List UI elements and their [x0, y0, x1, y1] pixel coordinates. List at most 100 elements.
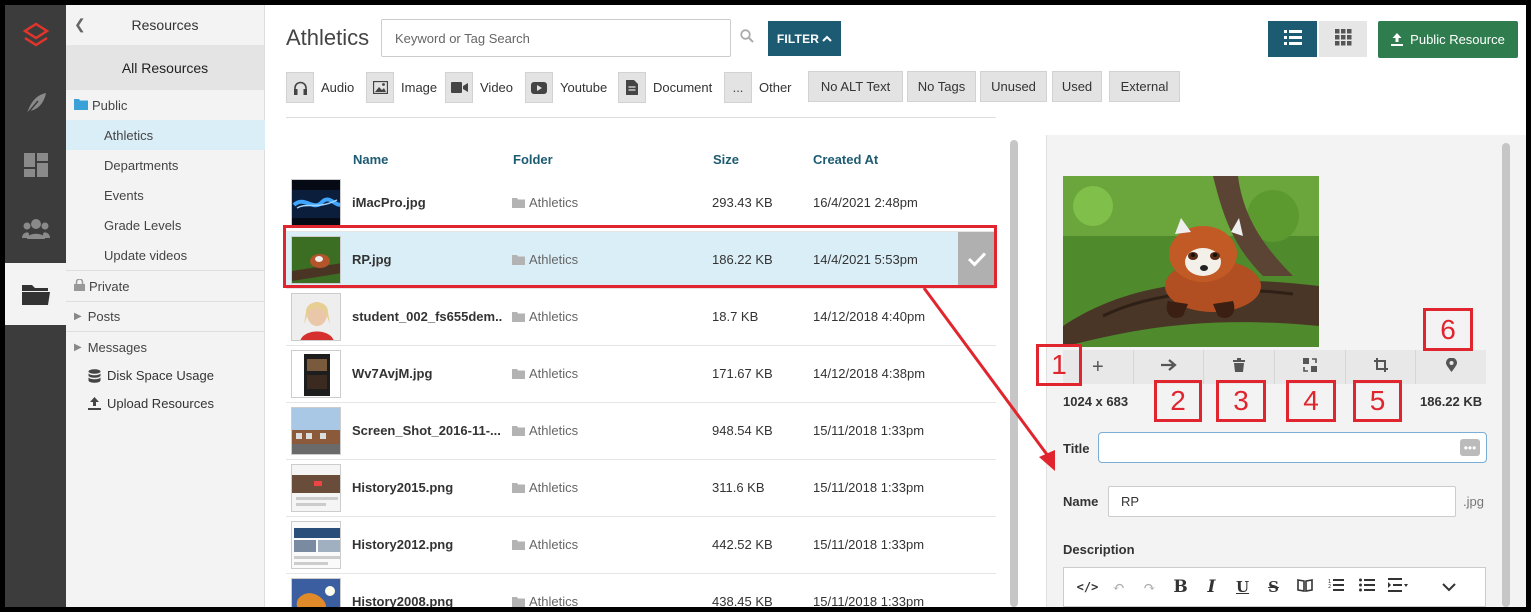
filter-no-alt-text[interactable]: No ALT Text — [808, 71, 903, 102]
chevron-left-icon[interactable]: ❮ — [74, 16, 86, 33]
sidebar-item-messages[interactable]: ▶ Messages — [66, 332, 265, 362]
folder-icon[interactable] — [5, 263, 66, 325]
indent-icon[interactable] — [1382, 578, 1413, 596]
annotation-4: 4 — [1286, 380, 1336, 422]
sidebar-item-label: Departments — [104, 157, 179, 173]
column-header-size[interactable]: Size — [713, 152, 739, 167]
location-button[interactable] — [1416, 350, 1486, 384]
public-resource-button[interactable]: Public Resource — [1378, 21, 1518, 58]
upload-resources-link[interactable]: Upload Resources — [88, 396, 214, 411]
bold-icon[interactable]: B — [1165, 577, 1196, 597]
table-row[interactable]: History2012.png Athletics 442.52 KB 15/1… — [286, 517, 996, 574]
sidebar-header: ❮ Resources — [66, 5, 264, 45]
filter-image[interactable]: Image — [366, 71, 437, 104]
sidebar-item-label: Public — [92, 97, 128, 113]
users-icon[interactable] — [5, 198, 66, 260]
table-row[interactable]: Screen_Shot_2016-11-... Athletics 948.54… — [286, 403, 996, 460]
column-header-created-at[interactable]: Created At — [813, 152, 878, 167]
name-input[interactable]: RP — [1108, 486, 1456, 517]
title-input[interactable] — [1098, 432, 1487, 463]
redo-icon[interactable]: ↷ — [1134, 578, 1165, 596]
folder-name: Athletics — [529, 195, 579, 210]
svg-text:2: 2 — [1328, 584, 1331, 590]
table-row[interactable]: History2008.png Athletics 438.45 KB 15/1… — [286, 574, 996, 607]
upload-icon — [1391, 33, 1404, 46]
column-header-folder[interactable]: Folder — [513, 152, 553, 167]
folder-cell: Athletics — [512, 480, 578, 495]
filter-label: Youtube — [560, 80, 608, 95]
file-size: 311.6 KB — [712, 480, 765, 495]
table-row[interactable]: History2015.png Athletics 311.6 KB 15/11… — [286, 460, 996, 517]
italic-icon[interactable]: I — [1196, 577, 1227, 597]
sidebar-item-posts[interactable]: ▶ Posts — [66, 301, 265, 331]
table-row[interactable]: Wv7AvjM.jpg Athletics 171.67 KB 14/12/20… — [286, 346, 996, 403]
replace-button[interactable] — [1275, 350, 1346, 384]
image-dimensions: 1024 x 683 — [1063, 394, 1129, 409]
filter-button[interactable]: FILTER — [768, 21, 841, 56]
chevron-down-icon[interactable] — [1433, 578, 1464, 596]
folder-name: Athletics — [529, 537, 579, 552]
search-icon[interactable] — [740, 29, 754, 46]
filter-other[interactable]: ... Other — [724, 71, 792, 104]
filter-unused[interactable]: Unused — [980, 71, 1047, 102]
created-at: 15/11/2018 1:33pm — [813, 537, 925, 552]
sidebar-item-events[interactable]: Events — [66, 180, 265, 210]
filter-document[interactable]: Document — [618, 71, 712, 104]
divider — [286, 117, 996, 118]
chevron-up-icon — [822, 35, 832, 42]
crop-button[interactable] — [1346, 350, 1417, 384]
filter-label: FILTER — [776, 31, 820, 46]
underline-icon[interactable]: U — [1227, 578, 1258, 596]
name-label: Name — [1063, 494, 1099, 509]
table-row[interactable]: student_002_fs655dem... Athletics 18.7 K… — [286, 289, 996, 346]
disk-space-usage-link[interactable]: Disk Space Usage — [88, 368, 214, 383]
search-input[interactable] — [381, 19, 731, 57]
dashboard-icon[interactable] — [5, 134, 66, 196]
grid-view-button[interactable] — [1319, 21, 1367, 57]
ordered-list-icon[interactable]: 12 — [1320, 578, 1351, 596]
move-button[interactable] — [1134, 350, 1205, 384]
thumbnail — [291, 464, 341, 512]
undo-icon[interactable]: ↶ — [1103, 578, 1134, 596]
filter-video[interactable]: Video — [445, 71, 513, 104]
document-icon — [618, 72, 646, 103]
more-options-icon[interactable]: ••• — [1460, 439, 1480, 456]
table-row[interactable]: iMacPro.jpg Athletics 293.43 KB 16/4/202… — [286, 175, 996, 232]
filter-used[interactable]: Used — [1052, 71, 1102, 102]
code-view-icon[interactable]: </> — [1072, 580, 1103, 594]
filter-audio[interactable]: Audio — [286, 71, 354, 104]
column-header-name[interactable]: Name — [353, 152, 388, 167]
filter-no-tags[interactable]: No Tags — [907, 71, 976, 102]
sidebar-title: Resources — [131, 17, 199, 33]
sidebar-item-private[interactable]: Private — [66, 271, 265, 301]
upload-icon — [88, 397, 101, 410]
strikethrough-icon[interactable]: S — [1258, 578, 1289, 596]
bullet-list-icon[interactable] — [1351, 578, 1382, 596]
sidebar-item-update-videos[interactable]: Update videos — [66, 240, 265, 270]
filter-youtube[interactable]: Youtube — [525, 71, 607, 104]
feather-icon[interactable] — [5, 72, 66, 134]
sidebar-item-grade-levels[interactable]: Grade Levels — [66, 210, 265, 240]
list-view-button[interactable] — [1268, 21, 1317, 57]
video-camera-icon — [445, 72, 473, 103]
filter-external[interactable]: External — [1109, 71, 1180, 102]
sidebar-item-departments[interactable]: Departments — [66, 150, 265, 180]
all-resources-link[interactable]: All Resources — [66, 45, 264, 90]
folder-icon — [512, 596, 525, 607]
sidebar-item-public[interactable]: Public — [66, 90, 265, 120]
detail-scrollbar[interactable] — [1502, 143, 1510, 607]
book-icon[interactable] — [1289, 578, 1320, 596]
caret-right-icon: ▶ — [74, 341, 82, 353]
sidebar-item-athletics[interactable]: Athletics — [66, 120, 265, 150]
list-scrollbar[interactable] — [1010, 140, 1018, 607]
sidebar-item-label: Athletics — [104, 127, 154, 143]
folder-cell: Athletics — [512, 537, 578, 552]
thumbnail — [291, 179, 341, 227]
disk-space-label: Disk Space Usage — [107, 368, 214, 383]
delete-button[interactable] — [1204, 350, 1276, 384]
sidebar-item-label: Private — [89, 278, 130, 294]
thumbnail — [291, 407, 341, 455]
app-logo-icon[interactable] — [5, 5, 66, 67]
file-name: History2012.png — [352, 537, 454, 552]
file-size: 438.45 KB — [712, 594, 773, 607]
